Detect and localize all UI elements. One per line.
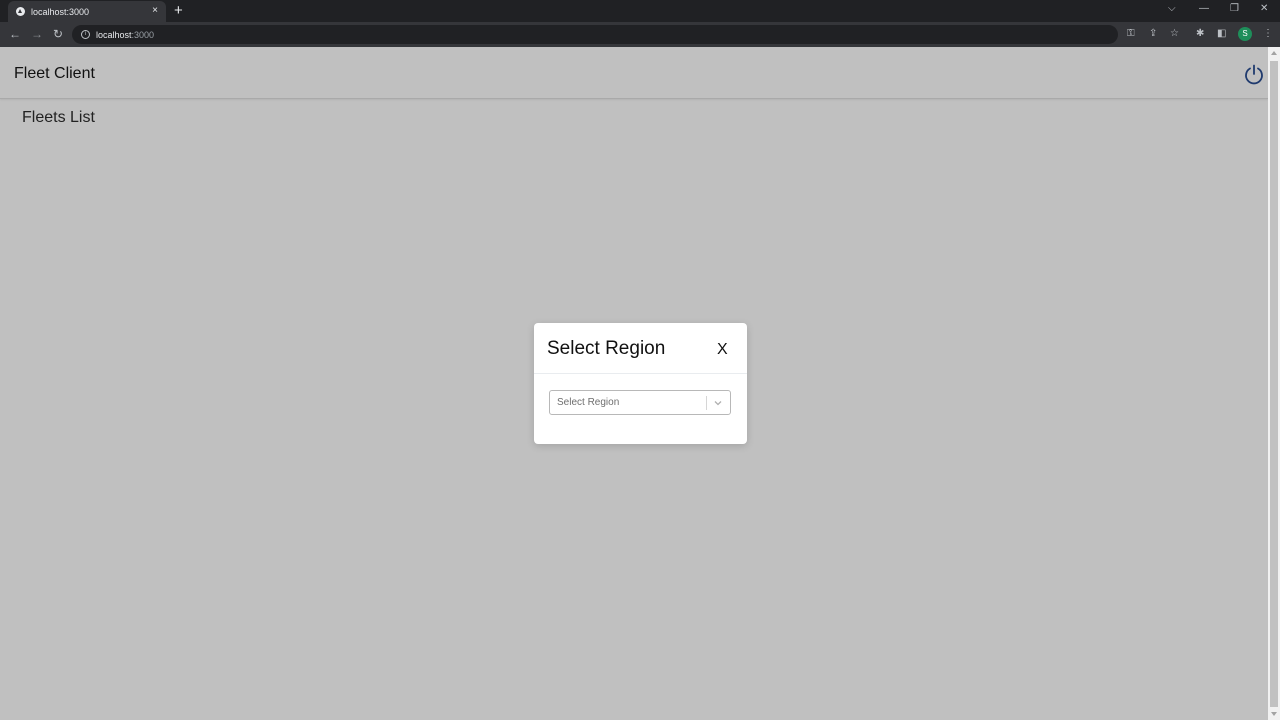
key-icon[interactable]: ⚿ xyxy=(1127,28,1135,40)
tab-close-icon[interactable]: × xyxy=(152,5,158,16)
scroll-down-icon[interactable] xyxy=(1271,712,1277,716)
tab-title: localhost:3000 xyxy=(31,6,90,17)
select-region-modal: Select Region X Select Region xyxy=(534,323,747,444)
address-port: :3000 xyxy=(131,29,155,40)
share-icon[interactable]: ⇪ xyxy=(1149,28,1157,40)
modal-title: Select Region xyxy=(547,338,666,359)
new-tab-button[interactable]: + xyxy=(174,3,183,18)
select-separator xyxy=(706,396,707,410)
side-panel-icon[interactable]: ◧ xyxy=(1217,28,1226,40)
power-icon[interactable] xyxy=(1243,63,1265,85)
app-header: Fleet Client xyxy=(0,47,1268,99)
page-scrollbar[interactable] xyxy=(1268,47,1280,720)
section-title: Fleets List xyxy=(22,109,95,126)
tab-search-icon[interactable]: ⌵ xyxy=(1168,3,1176,14)
forward-icon[interactable]: → xyxy=(31,27,43,41)
reload-icon[interactable]: ↻ xyxy=(53,27,63,41)
address-bar[interactable]: i localhost:3000 xyxy=(72,25,1118,44)
region-select[interactable]: Select Region xyxy=(549,390,731,415)
browser-toolbar: ← → ↻ i localhost:3000 ⚿ ⇪ ☆ ✱ ◧ S ⋮ xyxy=(0,22,1280,47)
extensions-icon[interactable]: ✱ xyxy=(1196,28,1204,40)
modal-header: Select Region X xyxy=(534,323,747,374)
back-icon[interactable]: ← xyxy=(9,27,21,41)
browser-tab[interactable]: localhost:3000 × xyxy=(8,1,166,22)
address-host: localhost xyxy=(96,29,132,40)
modal-close-button[interactable]: X xyxy=(717,341,728,359)
site-info-icon[interactable]: i xyxy=(81,30,90,39)
chevron-down-icon[interactable] xyxy=(713,397,723,409)
bookmark-star-icon[interactable]: ☆ xyxy=(1170,28,1179,40)
minimize-icon[interactable]: — xyxy=(1199,3,1209,14)
profile-avatar[interactable]: S xyxy=(1238,27,1252,41)
region-select-placeholder: Select Region xyxy=(557,397,620,408)
app-title: Fleet Client xyxy=(14,65,95,82)
restore-icon[interactable]: ❐ xyxy=(1230,3,1239,14)
window-close-icon[interactable]: ✕ xyxy=(1260,3,1268,14)
app-favicon-icon xyxy=(16,7,25,16)
scroll-up-icon[interactable] xyxy=(1271,51,1277,55)
browser-tab-bar: localhost:3000 × + ⌵ — ❐ ✕ xyxy=(0,0,1280,22)
scrollbar-thumb[interactable] xyxy=(1270,61,1278,707)
menu-icon[interactable]: ⋮ xyxy=(1263,28,1273,40)
